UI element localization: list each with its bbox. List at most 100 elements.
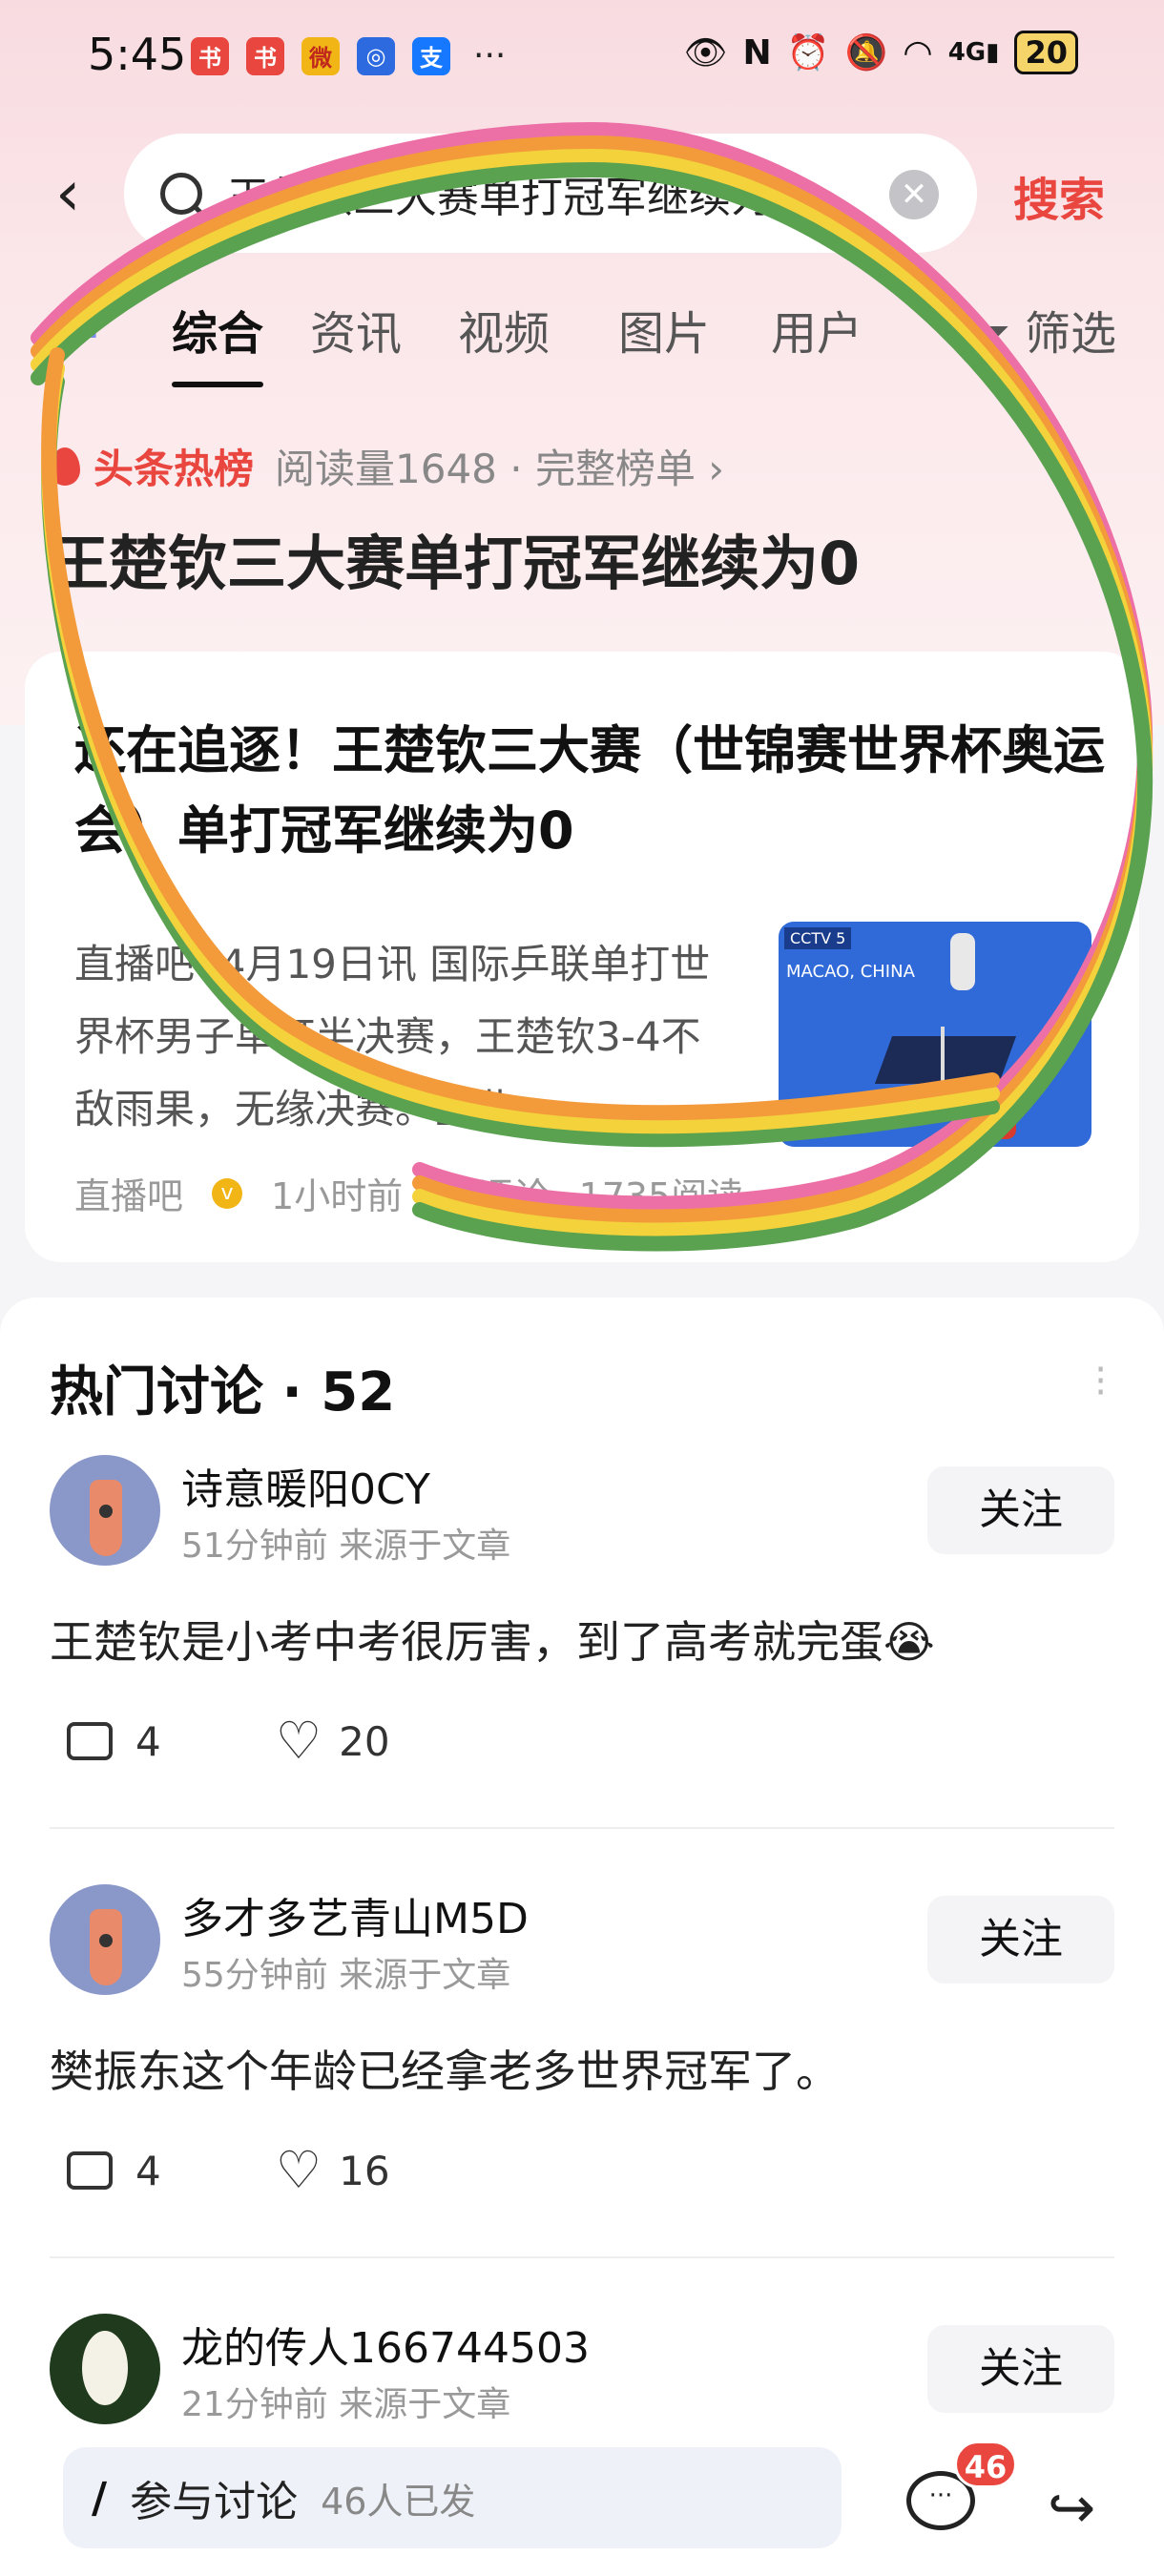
hot-list-views[interactable]: 阅读量1648 · 完整榜单 › [275, 437, 724, 495]
reply-count: 4 [135, 2147, 161, 2194]
verified-icon: v [212, 1177, 243, 1209]
tab-users[interactable]: 用户 [771, 296, 863, 363]
tab-images[interactable]: 图片 [618, 296, 710, 363]
ping-pong-table [874, 1036, 1017, 1084]
reply-button[interactable]: 4 [67, 1718, 161, 1765]
article-reads: 1735阅读 [578, 1175, 744, 1217]
hot-list-meta[interactable]: 头条热榜 阅读量1648 · 完整榜单 › [50, 437, 724, 495]
hot-list-label: 头条热榜 [94, 446, 255, 492]
avatar[interactable] [50, 1884, 160, 1995]
table-net [941, 1027, 945, 1093]
status-bar: 5:45 书 书 微 ◎ 支 ··· 👁 N ⏰ 🔕 ◠ 4G▮ 20 [0, 0, 1164, 114]
search-tabs: AI 综合 资讯 视频 图片 用户 ⏷ 筛选 [0, 296, 1164, 387]
like-count: 16 [339, 2147, 390, 2194]
battery-icon: 20 [1014, 31, 1078, 74]
comment-username[interactable]: 诗意暖阳0CY [181, 1455, 430, 1516]
search-query-text[interactable]: 王楚钦三大赛单打冠军继续为0 [227, 163, 876, 224]
avatar[interactable] [50, 2314, 160, 2424]
avatar[interactable] [50, 1455, 160, 1566]
comment-username[interactable]: 多才多艺青山M5D [181, 1884, 529, 1945]
wifi-icon: ◠ [903, 32, 933, 73]
status-app-icons: 书 书 微 ◎ 支 ··· [191, 36, 506, 75]
bottom-bar: ∕ 参与讨论 46人已发 ··· 46 ↪ [0, 2433, 1164, 2576]
avatar-eye [99, 1505, 113, 1518]
player-figure-red [984, 1084, 1016, 1139]
article-comments: 58评论 [431, 1175, 551, 1217]
comment-username[interactable]: 龙的传人166744503 [181, 2314, 590, 2375]
filter-label: 筛选 [1024, 307, 1116, 361]
back-icon[interactable]: ‹ [55, 162, 80, 225]
comment-actions: 4 ♡ 16 [67, 2140, 505, 2200]
search-button[interactable]: 搜索 [1013, 162, 1105, 229]
cctv-logo: CCTV 5 [784, 927, 852, 949]
article-source: 直播吧 [74, 1175, 184, 1217]
more-options-icon[interactable]: · · · [1094, 1351, 1107, 1412]
article-thumbnail[interactable]: CCTV 5 MACAO, CHINA [779, 922, 1091, 1147]
avatar-eye [99, 1934, 113, 1947]
lotus-flower [82, 2331, 128, 2405]
article-title[interactable]: 还在追逐！王楚钦三大赛（世锦赛世界杯奥运会）单打冠军继续为0 [74, 711, 1105, 871]
filter-button[interactable]: ⏷ 筛选 [973, 296, 1116, 363]
signal-icon: 4G▮ [947, 38, 1000, 67]
avatar-figure [90, 1480, 122, 1556]
comment-count-badge: 46 [954, 2441, 1017, 2488]
follow-button[interactable]: 关注 [927, 1896, 1114, 1984]
article-card[interactable]: 还在追逐！王楚钦三大赛（世锦赛世界杯奥运会）单打冠军继续为0 直播吧04月19日… [25, 652, 1139, 1262]
join-discussion-label: 参与讨论 [130, 2478, 299, 2526]
xiaohongshu-icon: 书 [191, 36, 229, 75]
comment-actions: 4 ♡ 20 [67, 1711, 505, 1771]
app-icon-blue: ◎ [357, 36, 395, 75]
divider [50, 1827, 1114, 1829]
avatar-figure [90, 1909, 122, 1985]
weibo-icon: 微 [301, 36, 340, 75]
discussion-section: 热门讨论 · 52 · · · 诗意暖阳0CY 51分钟前 来源于文章 关注 王楚钦… [0, 1298, 1164, 2576]
like-button[interactable]: ♡ 20 [275, 1711, 390, 1771]
search-icon [160, 172, 202, 215]
xiaohongshu-icon: 书 [246, 36, 284, 75]
comment-icon [67, 2151, 113, 2190]
mute-icon: 🔕 [844, 33, 888, 73]
comment-meta: 21分钟前 来源于文章 [181, 2385, 511, 2424]
heart-icon: ♡ [275, 2140, 322, 2200]
status-system-icons: 👁 N ⏰ 🔕 ◠ 4G▮ 20 [684, 31, 1078, 74]
comment-text: 樊振东这个年龄已经拿老多世界冠军了。 [50, 2046, 840, 2097]
comment-text: 王楚钦是小考中考很厉害，到了高考就完蛋😭 [50, 1616, 935, 1668]
like-button[interactable]: ♡ 16 [275, 2140, 390, 2200]
search-bar: ‹ 王楚钦三大赛单打冠军继续为0 ✕ 搜索 [0, 134, 1164, 253]
follow-button[interactable]: 关注 [927, 2325, 1114, 2413]
share-icon[interactable]: ↪ [1048, 2475, 1095, 2542]
reply-count: 4 [135, 1717, 161, 1765]
comment-meta: 51分钟前 来源于文章 [181, 1527, 511, 1566]
tab-news[interactable]: 资讯 [310, 296, 402, 363]
clear-icon[interactable]: ✕ [889, 170, 939, 219]
tab-video[interactable]: 视频 [458, 296, 550, 363]
status-time: 5:45 [88, 29, 187, 80]
discussion-title: 热门讨论 · 52 [50, 1361, 396, 1423]
tab-ai[interactable]: AI [48, 296, 100, 349]
more-notifications-icon: ··· [473, 36, 507, 75]
player-figure [950, 933, 975, 990]
flame-icon [50, 447, 80, 486]
comment-icon [67, 1722, 113, 1760]
alipay-icon: 支 [412, 36, 450, 75]
filter-icon: ⏷ [973, 307, 1010, 361]
join-discussion-input[interactable]: ∕ 参与讨论 46人已发 [63, 2447, 842, 2548]
article-time: 1小时前 [271, 1175, 404, 1217]
reply-button[interactable]: 4 [67, 2148, 161, 2194]
nfc-icon: N [742, 32, 772, 73]
search-input[interactable]: 王楚钦三大赛单打冠军继续为0 ✕ [124, 134, 977, 253]
pen-icon: ∕ [92, 2473, 108, 2523]
heart-icon: ♡ [275, 1711, 322, 1771]
thumbnail-location: MACAO, CHINA [786, 962, 915, 982]
hot-topic-title[interactable]: 王楚钦三大赛单打冠军继续为0 [50, 515, 860, 601]
tab-comprehensive[interactable]: 综合 [172, 296, 264, 387]
join-discussion-count: 46人已发 [321, 2480, 476, 2523]
comment-meta: 55分钟前 来源于文章 [181, 1956, 511, 1995]
article-summary: 直播吧04月19日讯 国际乒联单打世界杯男子单打半决赛，王楚钦3-4不敌雨果，无… [74, 941, 711, 1132]
follow-button[interactable]: 关注 [927, 1466, 1114, 1554]
article-meta: 直播吧 v 1小时前 58评论 1735阅读 [74, 1167, 743, 1219]
eye-icon: 👁 [683, 33, 728, 73]
alarm-icon: ⏰ [786, 33, 830, 73]
divider [50, 2256, 1114, 2258]
like-count: 20 [339, 1717, 390, 1765]
